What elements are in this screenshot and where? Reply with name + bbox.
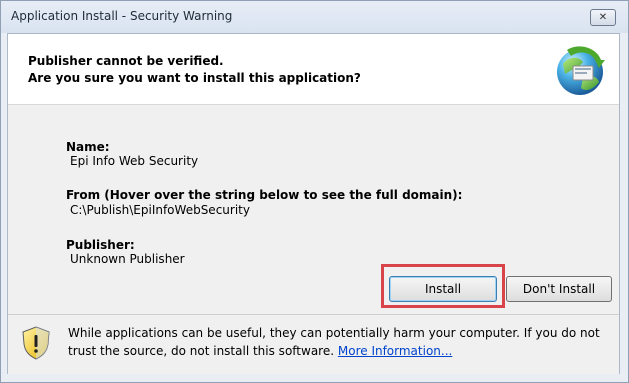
dialog-client-area: Publisher cannot be verified. Are you su… — [7, 33, 620, 374]
warning-footer: While applications can be useful, they c… — [8, 314, 619, 374]
close-icon: ✕ — [598, 12, 608, 23]
title-bar[interactable]: Application Install - Security Warning ✕ — [1, 1, 628, 33]
header-warning-line1: Publisher cannot be verified. — [28, 54, 224, 68]
publisher-value: Unknown Publisher — [70, 252, 185, 266]
publisher-label: Publisher: — [66, 238, 135, 252]
footer-warning-message: While applications can be useful, they c… — [68, 326, 600, 358]
warning-shield-icon — [22, 326, 50, 360]
globe-install-icon — [557, 46, 605, 95]
header-warning-line2: Are you sure you want to install this ap… — [28, 71, 361, 85]
window-title: Application Install - Security Warning — [11, 9, 233, 23]
security-warning-dialog: Application Install - Security Warning ✕… — [0, 0, 629, 383]
footer-warning-text: While applications can be useful, they c… — [68, 324, 613, 360]
install-button[interactable]: Install — [389, 276, 497, 302]
name-label: Name: — [66, 140, 110, 154]
more-information-link[interactable]: More Information... — [338, 344, 452, 358]
dont-install-button[interactable]: Don't Install — [506, 276, 612, 302]
from-value[interactable]: C:\Publish\EpiInfoWebSecurity — [70, 203, 250, 217]
close-button[interactable]: ✕ — [590, 9, 616, 26]
name-value: Epi Info Web Security — [70, 154, 199, 168]
header-band: Publisher cannot be verified. Are you su… — [8, 34, 619, 105]
from-label: From (Hover over the string below to see… — [66, 188, 463, 202]
